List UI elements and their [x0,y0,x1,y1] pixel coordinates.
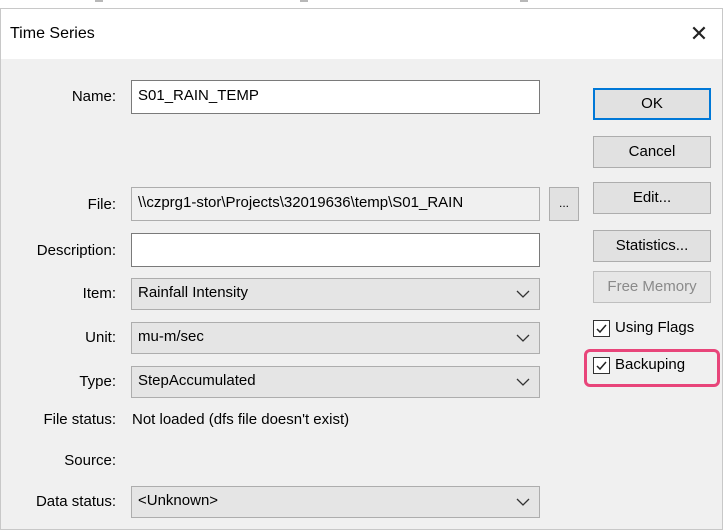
unit-select-value: mu-m/sec [138,328,204,345]
background-mark [95,0,103,2]
backuping-label: Backuping [615,356,686,373]
statistics-button[interactable]: Statistics... [593,230,711,262]
dialog-title: Time Series [10,25,95,42]
name-label: Name: [71,88,116,105]
edit-button[interactable]: Edit... [593,182,711,214]
browse-file-button[interactable]: ... [549,187,579,221]
chevron-down-icon [516,290,530,298]
time-series-dialog: Time Series ✕ Name: S01_RAIN_TEMP File: … [0,8,723,530]
checkmark-icon [596,361,607,371]
item-select[interactable]: Rainfall Intensity [131,278,540,310]
file-path-input[interactable]: \\czprg1-stor\Projects\32019636\temp\S01… [131,187,540,221]
cancel-button[interactable]: Cancel [593,136,711,168]
data-status-select[interactable]: <Unknown> [131,486,540,518]
source-label: Source: [64,452,116,469]
title-bar: Time Series ✕ [1,9,722,59]
name-input[interactable]: S01_RAIN_TEMP [131,80,540,114]
file-label: File: [87,196,116,213]
item-select-value: Rainfall Intensity [138,284,249,301]
free-memory-button: Free Memory [593,271,711,303]
background-mark [520,0,528,2]
item-label: Item: [82,285,116,302]
checkbox-box [593,320,610,337]
description-input[interactable] [131,233,540,267]
unit-label: Unit: [85,329,116,346]
background-mark [300,0,308,2]
data-status-label: Data status: [35,493,116,510]
using-flags-label: Using Flags [615,319,695,336]
type-label: Type: [79,373,116,390]
file-status-value: Not loaded (dfs file doesn't exist) [132,411,350,428]
data-status-select-value: <Unknown> [138,492,219,509]
unit-select[interactable]: mu-m/sec [131,322,540,354]
type-select[interactable]: StepAccumulated [131,366,540,398]
background-window-strip [0,0,723,8]
chevron-down-icon [516,498,530,506]
ok-button[interactable]: OK [593,88,711,120]
chevron-down-icon [516,378,530,386]
checkmark-icon [596,324,607,334]
chevron-down-icon [516,334,530,342]
description-label: Description: [36,242,116,259]
file-status-label: File status: [43,411,116,428]
checkbox-box [593,357,610,374]
close-icon[interactable]: ✕ [684,17,714,51]
type-select-value: StepAccumulated [138,372,256,389]
